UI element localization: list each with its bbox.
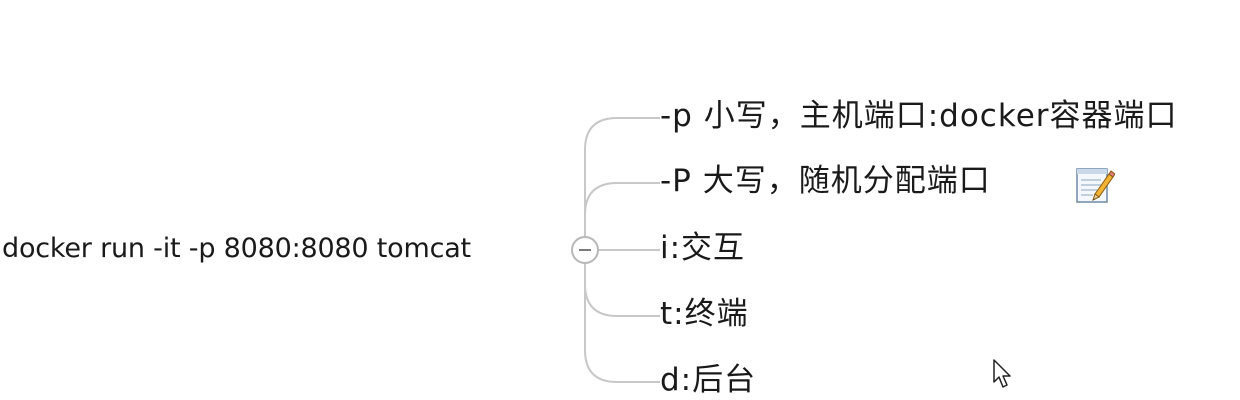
subtopic-port-uppercase[interactable]: -P 大写，随机分配端口 (660, 166, 991, 197)
collapse-minus-icon[interactable] (571, 236, 599, 264)
connector-child-1 (584, 117, 660, 236)
connector-child-4 (584, 264, 660, 317)
central-topic[interactable]: docker run -it -p 8080:8080 tomcat (2, 235, 471, 262)
connector-lines (584, 117, 660, 383)
note-icon[interactable] (1073, 164, 1115, 206)
subtopic-port-lowercase[interactable]: -p 小写，主机端口:docker容器端口 (660, 101, 1178, 132)
connector-child-2 (584, 182, 660, 236)
subtopic-interactive[interactable]: i:交互 (660, 233, 745, 264)
subtopic-terminal[interactable]: t:终端 (660, 299, 749, 330)
minus-glyph (579, 249, 591, 251)
subtopic-detached[interactable]: d:后台 (660, 365, 756, 396)
connector-child-5 (584, 264, 660, 383)
mouse-pointer-icon (993, 359, 1011, 388)
